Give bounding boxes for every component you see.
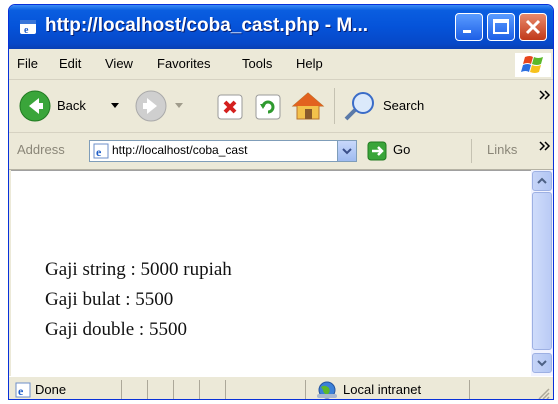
content-line-double: Gaji double : 5500	[45, 319, 187, 340]
maximize-button[interactable]	[487, 13, 515, 41]
status-divider	[147, 380, 148, 399]
menu-edit[interactable]: Edit	[59, 56, 81, 71]
browser-window: e http://localhost/coba_cast.php - M... …	[8, 4, 554, 400]
status-divider	[305, 380, 306, 399]
home-icon[interactable]	[291, 90, 325, 122]
address-field[interactable]: e http://localhost/coba_cast	[89, 140, 357, 162]
windows-logo-icon	[515, 53, 551, 77]
status-divider	[121, 380, 122, 399]
status-divider	[225, 380, 226, 399]
close-icon	[525, 19, 541, 35]
internet-explorer-icon: e	[20, 20, 36, 36]
toolbar: Back Search	[9, 80, 553, 133]
go-label: Go	[393, 142, 411, 157]
back-arrow-icon	[19, 90, 51, 122]
status-text: Done	[35, 382, 67, 397]
maximize-icon	[493, 19, 509, 34]
toolbar-separator	[334, 88, 335, 124]
local-intranet-icon	[317, 381, 337, 399]
back-dropdown-icon[interactable]	[111, 102, 121, 110]
links-label[interactable]: Links	[487, 142, 517, 157]
scroll-down-icon	[537, 360, 547, 367]
address-separator	[471, 139, 472, 163]
address-dropdown-button[interactable]	[337, 141, 356, 161]
go-button[interactable]: Go	[367, 139, 427, 163]
svg-text:e: e	[18, 384, 24, 398]
scroll-up-icon	[537, 177, 547, 184]
toolbar-overflow-icon[interactable]	[539, 90, 551, 100]
search-label: Search	[383, 98, 425, 113]
address-bar: Address e http://localhost/coba_cast Go …	[9, 133, 553, 170]
search-icon	[344, 92, 374, 121]
status-divider	[173, 380, 174, 399]
menu-bar: File Edit View Favorites Tools Help	[9, 49, 553, 80]
address-url[interactable]: http://localhost/coba_cast	[112, 143, 247, 157]
close-button[interactable]	[519, 13, 547, 41]
links-overflow-icon[interactable]	[539, 141, 551, 151]
menu-file[interactable]: File	[17, 56, 38, 71]
vertical-scrollbar[interactable]	[531, 170, 553, 376]
stop-icon[interactable]	[217, 94, 243, 120]
scroll-down-button[interactable]	[532, 353, 552, 373]
status-divider	[199, 380, 200, 399]
forward-dropdown-icon	[175, 103, 183, 108]
scroll-thumb[interactable]	[532, 192, 552, 350]
forward-arrow-icon	[135, 90, 167, 122]
scroll-up-button[interactable]	[532, 171, 552, 191]
content-line-string: Gaji string : 5000 rupiah	[45, 259, 232, 280]
menu-help[interactable]: Help	[296, 56, 323, 71]
go-arrow-icon	[367, 141, 387, 161]
svg-text:e: e	[96, 145, 102, 159]
page-status-icon: e	[15, 382, 31, 398]
svg-text:e: e	[24, 25, 29, 36]
menu-tools[interactable]: Tools	[242, 56, 272, 71]
menu-view[interactable]: View	[105, 56, 133, 71]
menu-favorites[interactable]: Favorites	[157, 56, 210, 71]
forward-button[interactable]	[135, 88, 195, 124]
title-bar[interactable]: e http://localhost/coba_cast.php - M...	[9, 5, 553, 49]
window-title: http://localhost/coba_cast.php - M...	[45, 15, 369, 36]
minimize-button[interactable]	[455, 13, 483, 41]
chevron-down-icon	[342, 148, 352, 155]
status-bar: e Done Local intranet	[9, 376, 553, 400]
search-button[interactable]: Search	[343, 88, 443, 124]
zone-text: Local intranet	[343, 382, 422, 397]
page-icon: e	[93, 143, 109, 159]
minimize-icon	[463, 30, 471, 33]
page-content: Gaji string : 5000 rupiah Gaji bulat : 5…	[11, 170, 531, 376]
back-button[interactable]: Back	[17, 88, 127, 124]
address-label: Address	[17, 142, 65, 157]
status-divider	[469, 380, 470, 399]
back-label: Back	[57, 98, 86, 113]
content-line-bulat: Gaji bulat : 5500	[45, 289, 174, 310]
refresh-icon[interactable]	[255, 94, 281, 120]
resize-grip-icon[interactable]	[537, 387, 551, 400]
